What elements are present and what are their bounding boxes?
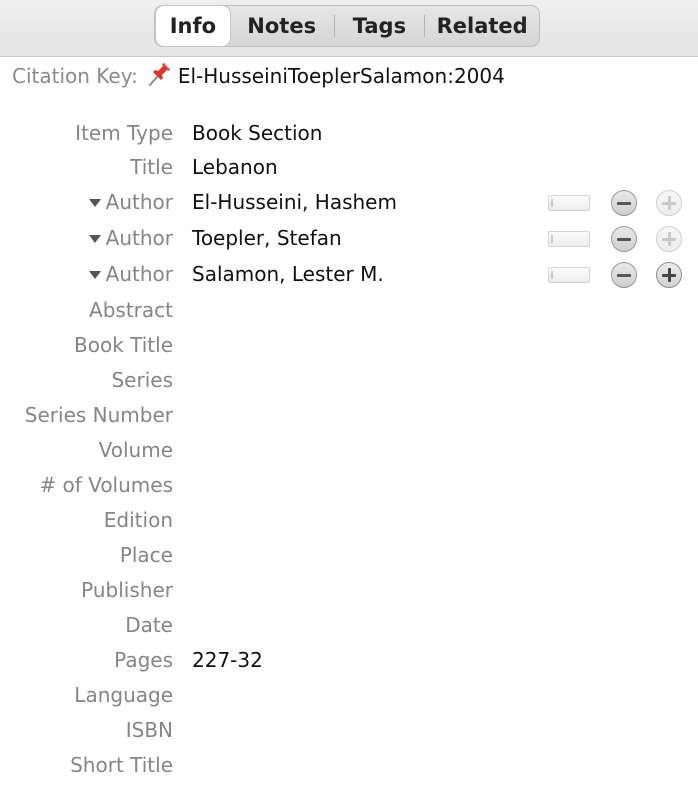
name-mode-switch[interactable] [548,231,590,247]
plus-icon-vertical [667,232,671,246]
remove-creator-button[interactable] [611,262,637,288]
field-row: Series Number [0,398,698,432]
field-label: Date [125,608,173,642]
field-row: Edition [0,503,698,537]
field-label: Book Title [74,328,173,362]
field-label: Item Type [75,116,173,150]
field-label-text: Series [111,368,173,392]
creator-name-field[interactable]: Salamon, Lester M. [192,257,384,291]
field-row: Date [0,608,698,642]
field-label: Volume [99,433,173,467]
tab-notes[interactable]: Notes [230,6,334,46]
citation-key-label: Citation Key: [12,64,138,88]
creator-type-menu[interactable]: Author [88,185,173,219]
field-row: Place [0,538,698,572]
field-row: Abstract [0,293,698,327]
field-label: Series Number [25,398,173,432]
plus-icon-vertical [667,196,671,210]
field-label: Place [120,538,173,572]
field-label: Short Title [70,748,173,782]
field-row: Volume [0,433,698,467]
field-row: Short Title [0,748,698,782]
creator-name-field[interactable]: El-Husseini, Hashem [192,185,397,219]
field-row: Language [0,678,698,712]
field-label-text: Book Title [74,333,173,357]
field-label-text: Language [74,683,173,707]
field-label-text: Date [125,613,173,637]
creator-type-menu[interactable]: Author [88,221,173,255]
tab-tags[interactable]: Tags [335,6,425,46]
field-label-text: Author [105,262,173,286]
plus-icon-vertical [667,268,671,282]
minus-icon [617,201,631,205]
field-label-text: Place [119,543,173,567]
add-creator-button[interactable] [656,262,682,288]
citation-key-value[interactable]: El-HusseiniToeplerSalamon:2004 [178,64,505,88]
field-row: Series [0,363,698,397]
add-creator-button[interactable] [656,226,682,252]
field-label-text: Author [105,190,173,214]
field-label-text: Abstract [89,298,173,322]
field-label-text: Item Type [75,121,173,145]
field-label-text: ISBN [125,718,173,742]
disclosure-triangle-icon[interactable] [88,271,101,279]
field-label: Language [74,678,173,712]
disclosure-triangle-icon[interactable] [88,199,101,207]
field-value[interactable]: Lebanon [192,150,278,184]
field-row: Author Salamon, Lester M. [0,257,698,291]
toolbar: Info Notes Tags Related [0,0,698,57]
remove-creator-button[interactable] [611,226,637,252]
field-value[interactable]: 227-32 [192,643,263,677]
name-mode-switch[interactable] [548,267,590,283]
field-label: Pages [114,643,173,677]
tab-related[interactable]: Related [425,6,539,46]
field-label: Series [111,363,173,397]
pushpin-icon[interactable] [146,63,172,87]
creator-type-menu[interactable]: Author [88,257,173,291]
add-creator-button[interactable] [656,190,682,216]
field-label-text: Short Title [70,753,173,777]
field-row: Pages 227-32 [0,643,698,677]
field-label: Publisher [81,573,173,607]
creator-name-field[interactable]: Toepler, Stefan [192,221,342,255]
field-label: Abstract [89,293,173,327]
minus-icon [617,237,631,241]
field-row: # of Volumes [0,468,698,502]
remove-creator-button[interactable] [611,190,637,216]
disclosure-triangle-icon[interactable] [88,235,101,243]
field-label-text: Edition [103,508,173,532]
field-row: Book Title [0,328,698,362]
field-label: Title [130,150,173,184]
field-row: Item Type Book Section [0,116,698,150]
field-label-text: Author [105,226,173,250]
name-mode-switch[interactable] [548,195,590,211]
field-label-text: Publisher [81,578,173,602]
field-value[interactable]: Book Section [192,116,322,150]
field-label: ISBN [126,713,173,747]
minus-icon [617,273,631,277]
field-label-text: Pages [114,648,173,672]
field-row: Title Lebanon [0,150,698,184]
field-row: Publisher [0,573,698,607]
field-label-text: Series Number [24,403,173,427]
field-row: Author Toepler, Stefan [0,221,698,255]
field-label-text: Title [130,155,173,179]
field-label-text: Volume [98,438,173,462]
field-label-text: # of Volumes [39,473,173,497]
citation-key-row: Citation Key: El-HusseiniToeplerSalamon:… [12,63,505,89]
tab-group: Info Notes Tags Related [154,5,540,47]
field-row: Author El-Husseini, Hashem [0,185,698,219]
field-label: Edition [104,503,173,537]
field-label: # of Volumes [39,468,173,502]
tab-info[interactable]: Info [156,6,230,46]
field-row: ISBN [0,713,698,747]
